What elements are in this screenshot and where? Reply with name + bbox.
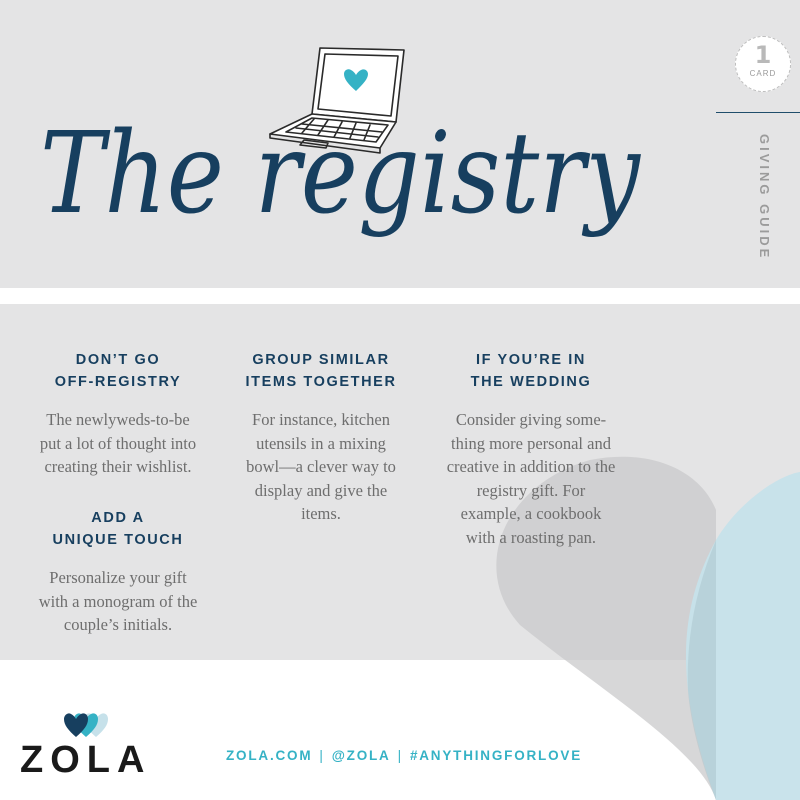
tip-body: Consider giving some- thing more persona… <box>446 410 616 547</box>
tip-body: The newlyweds-to-be put a lot of thought… <box>39 410 197 476</box>
tip-group-similar-items: GROUP SIMILAR ITEMS TOGETHER For instanc… <box>220 349 422 526</box>
footer-link-hashtag[interactable]: #ANYTHINGFORLOVE <box>410 748 582 763</box>
tip-add-a-unique-touch: ADD A UNIQUE TOUCH Personalize your gift… <box>14 507 222 637</box>
tip-heading: ADD A UNIQUE TOUCH <box>52 510 184 548</box>
tip-body: For instance, kitchen utensils in a mixi… <box>246 410 396 523</box>
tip-if-youre-in-the-wedding: IF YOU’RE IN THE WEDDING Consider giving… <box>422 349 640 549</box>
tip-dont-go-off-registry: DON’T GO OFF-REGISTRY The newlyweds-to-b… <box>14 349 222 479</box>
zola-hearts-icon <box>64 713 108 737</box>
card-label: CARD <box>749 69 777 78</box>
tip-body: Personalize your gift with a monogram of… <box>38 568 198 634</box>
card-number: 1 <box>754 41 772 69</box>
page-title: The registry <box>40 109 641 239</box>
footer-separator: | <box>319 748 325 763</box>
footer-link-handle[interactable]: @ZOLA <box>332 748 391 763</box>
card-number-badge: 1 CARD <box>735 36 791 92</box>
giving-guide-label: GIVING GUIDE <box>757 134 772 261</box>
zola-wordmark: ZOLA <box>20 739 152 781</box>
footer-separator: | <box>397 748 403 763</box>
footer-link-website[interactable]: ZOLA.COM <box>226 748 312 763</box>
title-text: The registry <box>40 109 641 239</box>
tip-heading: IF YOU’RE IN THE WEDDING <box>470 352 592 390</box>
tip-heading: DON’T GO OFF-REGISTRY <box>54 352 182 390</box>
divider-line <box>716 112 800 113</box>
tip-heading: GROUP SIMILAR ITEMS TOGETHER <box>245 352 397 390</box>
footer-links: ZOLA.COM | @ZOLA | #ANYTHINGFORLOVE <box>226 748 582 763</box>
